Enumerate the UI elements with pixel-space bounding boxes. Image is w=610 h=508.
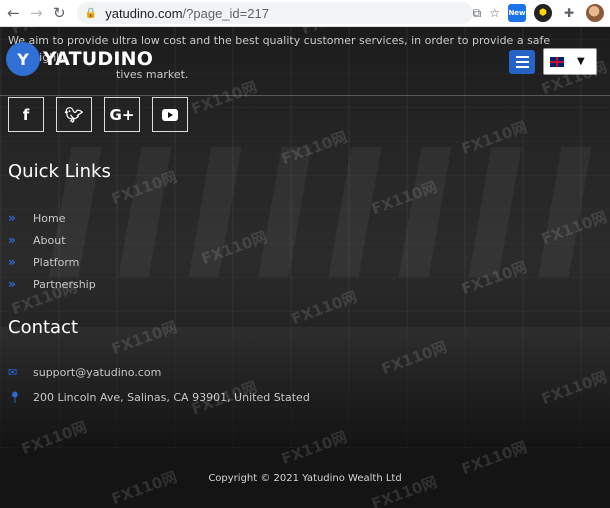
- quick-link-partnership[interactable]: » Partnership: [8, 273, 96, 295]
- caret-down-icon: ▼: [577, 56, 585, 67]
- extension-badge: New: [508, 9, 526, 17]
- quick-link-label: Home: [33, 211, 66, 225]
- address-text: 200 Lincoln Ave, Salinas, CA 93901, Unit…: [33, 391, 310, 404]
- contact-heading: Contact: [8, 317, 79, 338]
- map-pin-icon: 📍︎: [8, 391, 22, 404]
- extensions-puzzle-icon[interactable]: ✚: [560, 4, 578, 22]
- contact-email[interactable]: ✉ support@yatudino.com: [8, 360, 310, 385]
- email-text: support@yatudino.com: [33, 366, 162, 379]
- double-chevron-icon: »: [8, 277, 16, 291]
- forward-arrow-icon[interactable]: →: [25, 1, 48, 25]
- facebook-icon[interactable]: f: [8, 97, 44, 132]
- contact-list: ✉ support@yatudino.com 📍︎ 200 Lincoln Av…: [8, 360, 310, 410]
- hamburger-menu-button[interactable]: [509, 50, 535, 74]
- bookmark-star-icon[interactable]: ☆: [489, 6, 500, 20]
- double-chevron-icon: »: [8, 211, 16, 225]
- uk-flag-icon: [550, 56, 564, 67]
- quick-links-list: » Home » About » Platform » Partnership: [8, 207, 96, 295]
- quick-links-heading: Quick Links: [8, 161, 111, 182]
- envelope-icon: ✉: [8, 366, 18, 379]
- logo-text: YATUDINO: [43, 48, 154, 70]
- quick-link-platform[interactable]: » Platform: [8, 251, 96, 273]
- double-chevron-icon: »: [8, 255, 16, 269]
- logo-mark-icon: Y: [6, 42, 40, 76]
- extension-new-icon[interactable]: New: [508, 4, 526, 22]
- profile-avatar[interactable]: [586, 4, 604, 22]
- quick-link-label: Platform: [33, 255, 80, 269]
- page-content: We aim to provide ultra low cost and the…: [0, 27, 610, 508]
- header-divider: [0, 95, 610, 96]
- url-host: yatudino.com: [105, 5, 183, 21]
- quick-link-home[interactable]: » Home: [8, 207, 96, 229]
- language-select[interactable]: ▼: [543, 48, 597, 75]
- twitter-icon[interactable]: 🐦︎: [56, 97, 92, 132]
- reload-icon[interactable]: ↻: [48, 1, 71, 25]
- browser-toolbar: ← → ↻ 🔒 yatudino.com/?page_id=217 ⧉ ☆ Ne…: [0, 0, 610, 27]
- copyright-text: Copyright © 2021 Yatudino Wealth Ltd: [208, 472, 402, 484]
- contact-address: 📍︎ 200 Lincoln Ave, Salinas, CA 93901, U…: [8, 385, 310, 410]
- google-plus-icon[interactable]: G+: [104, 97, 140, 132]
- lock-icon: 🔒: [84, 7, 98, 19]
- quick-link-label: Partnership: [33, 277, 96, 291]
- address-bar[interactable]: 🔒 yatudino.com/?page_id=217: [76, 2, 473, 24]
- youtube-icon[interactable]: [152, 97, 188, 132]
- quick-link-label: About: [33, 233, 66, 247]
- quick-link-about[interactable]: » About: [8, 229, 96, 251]
- double-chevron-icon: »: [8, 233, 16, 247]
- url-path: /?page_id=217: [182, 5, 269, 21]
- translate-icon[interactable]: ⧉: [473, 6, 482, 21]
- social-links: f 🐦︎ G+: [8, 97, 188, 132]
- site-logo[interactable]: Y YATUDINO: [6, 42, 153, 76]
- back-arrow-icon[interactable]: ←: [2, 1, 25, 25]
- extension-icon[interactable]: ⬢: [534, 4, 552, 22]
- site-footer: Copyright © 2021 Yatudino Wealth Ltd: [0, 448, 610, 508]
